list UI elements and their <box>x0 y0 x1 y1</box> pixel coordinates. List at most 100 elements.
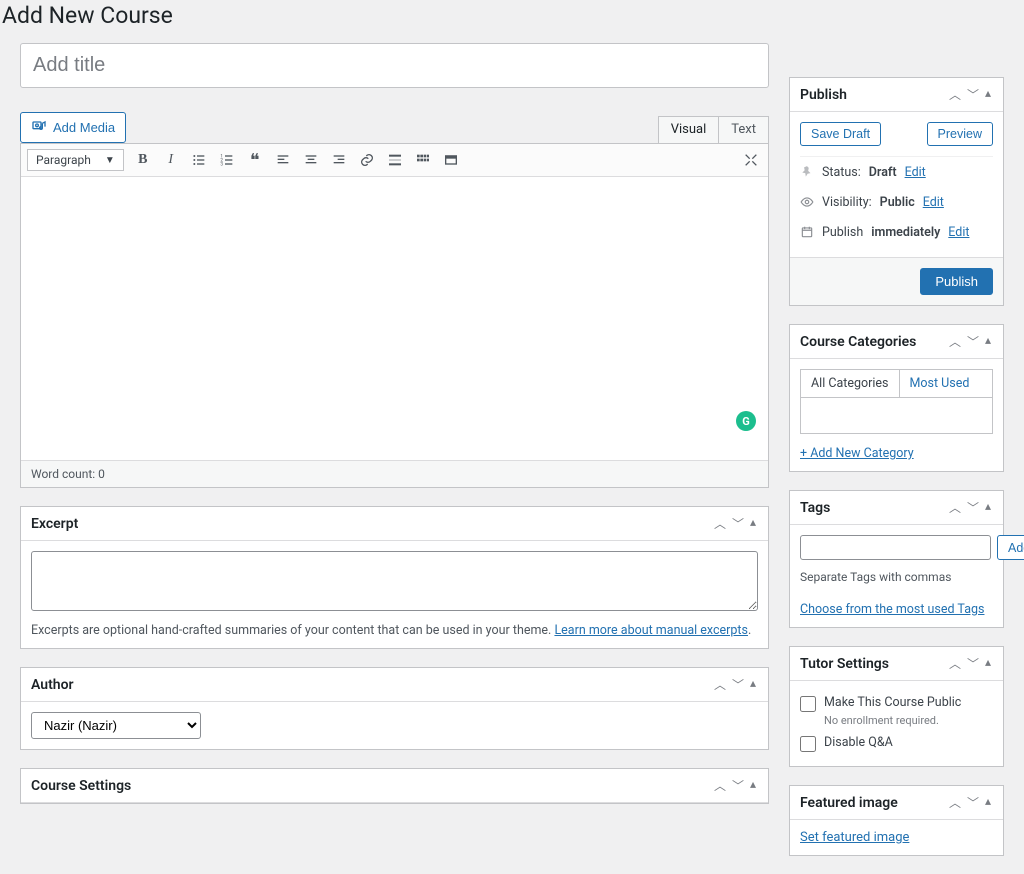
readmore-button[interactable] <box>384 149 406 171</box>
course-settings-box: Course Settings ︿ ﹀ ▴ <box>20 768 769 804</box>
move-up-icon[interactable]: ︿ <box>947 499 963 516</box>
bullet-list-button[interactable] <box>188 149 210 171</box>
chevron-down-icon: ▼ <box>105 155 115 166</box>
move-down-icon[interactable]: ﹀ <box>965 499 981 516</box>
link-button[interactable] <box>356 149 378 171</box>
add-new-category-link[interactable]: + Add New Category <box>800 446 914 461</box>
editor-textarea[interactable]: G <box>21 177 768 460</box>
move-down-icon[interactable]: ﹀ <box>965 333 981 350</box>
disable-qa-checkbox[interactable] <box>800 736 816 752</box>
move-down-icon[interactable]: ﹀ <box>730 676 746 693</box>
tab-most-used[interactable]: Most Used <box>900 370 980 397</box>
move-up-icon[interactable]: ︿ <box>947 86 963 103</box>
tab-visual[interactable]: Visual <box>658 116 720 143</box>
course-settings-heading: Course Settings <box>31 778 131 794</box>
schedule-label: Publish <box>822 225 863 240</box>
word-count: Word count: 0 <box>21 460 768 487</box>
author-box: Author ︿ ﹀ ▴ Nazir (Nazir) <box>20 667 769 750</box>
move-up-icon[interactable]: ︿ <box>712 676 728 693</box>
move-up-icon[interactable]: ︿ <box>947 794 963 811</box>
svg-text:3: 3 <box>220 161 223 167</box>
tags-box: Tags ︿ ﹀ ▴ Add Separate Tags with commas… <box>789 490 1004 628</box>
visibility-label: Visibility: <box>822 195 872 210</box>
visibility-edit-link[interactable]: Edit <box>923 195 944 210</box>
save-draft-button[interactable]: Save Draft <box>800 122 881 146</box>
move-up-icon[interactable]: ︿ <box>947 655 963 672</box>
add-media-button[interactable]: Add Media <box>20 112 126 143</box>
move-down-icon[interactable]: ﹀ <box>965 86 981 103</box>
toggle-panel-icon[interactable]: ▴ <box>983 333 993 350</box>
move-down-icon[interactable]: ﹀ <box>965 655 981 672</box>
excerpt-learn-more-link[interactable]: Learn more about manual excerpts <box>554 623 748 638</box>
make-public-sublabel: No enrollment required. <box>824 714 993 727</box>
format-select[interactable]: Paragraph ▼ <box>27 149 124 171</box>
align-right-button[interactable] <box>328 149 350 171</box>
blockquote-button[interactable]: ❝ <box>244 149 266 171</box>
featured-image-box: Featured image ︿ ﹀ ▴ Set featured image <box>789 785 1004 856</box>
status-edit-link[interactable]: Edit <box>905 165 926 180</box>
make-public-label: Make This Course Public <box>824 695 961 710</box>
excerpt-desc: Excerpts are optional hand-crafted summa… <box>31 623 554 638</box>
toggle-panel-icon[interactable]: ▴ <box>983 794 993 811</box>
fullscreen-button[interactable] <box>440 149 462 171</box>
category-list[interactable] <box>800 398 993 434</box>
tags-input[interactable] <box>800 535 991 560</box>
tab-text[interactable]: Text <box>719 116 769 143</box>
content-editor: Paragraph ▼ B I 123 ❝ <box>20 143 769 488</box>
excerpt-heading: Excerpt <box>31 516 78 532</box>
choose-most-used-tags-link[interactable]: Choose from the most used Tags <box>800 602 984 617</box>
calendar-icon <box>800 224 814 240</box>
categories-heading: Course Categories <box>800 334 916 350</box>
excerpt-box: Excerpt ︿ ﹀ ▴ Excerpts are optional hand… <box>20 506 769 649</box>
schedule-edit-link[interactable]: Edit <box>948 225 969 240</box>
tab-all-categories[interactable]: All Categories <box>801 370 900 397</box>
add-media-label: Add Media <box>53 120 115 135</box>
italic-button[interactable]: I <box>160 149 182 171</box>
toggle-panel-icon[interactable]: ▴ <box>748 777 758 794</box>
preview-button[interactable]: Preview <box>927 122 993 146</box>
numbered-list-button[interactable]: 123 <box>216 149 238 171</box>
add-tag-button[interactable]: Add <box>997 535 1024 560</box>
publish-heading: Publish <box>800 87 847 103</box>
move-down-icon[interactable]: ﹀ <box>730 515 746 532</box>
move-up-icon[interactable]: ︿ <box>712 777 728 794</box>
tags-hint: Separate Tags with commas <box>800 570 993 584</box>
featured-image-heading: Featured image <box>800 795 898 811</box>
publish-button[interactable]: Publish <box>920 268 993 295</box>
bold-button[interactable]: B <box>132 149 154 171</box>
eye-icon <box>800 194 814 210</box>
page-title: Add New Course <box>2 2 1024 29</box>
move-down-icon[interactable]: ﹀ <box>730 777 746 794</box>
camera-music-icon <box>31 118 47 137</box>
set-featured-image-link[interactable]: Set featured image <box>800 830 909 845</box>
move-up-icon[interactable]: ︿ <box>947 333 963 350</box>
title-input[interactable] <box>20 43 769 88</box>
toolbar-toggle-button[interactable] <box>412 149 434 171</box>
author-heading: Author <box>31 677 74 693</box>
tags-heading: Tags <box>800 500 830 516</box>
publish-box: Publish ︿ ﹀ ▴ Save Draft Preview Status: <box>789 77 1004 306</box>
move-up-icon[interactable]: ︿ <box>712 515 728 532</box>
make-public-checkbox[interactable] <box>800 696 816 712</box>
pin-icon <box>800 164 814 180</box>
disable-qa-label: Disable Q&A <box>824 735 893 750</box>
status-label: Status: <box>822 165 861 180</box>
grammarly-icon[interactable]: G <box>736 411 756 431</box>
tutor-settings-box: Tutor Settings ︿ ﹀ ▴ Make This Course Pu… <box>789 646 1004 767</box>
toggle-panel-icon[interactable]: ▴ <box>983 499 993 516</box>
move-down-icon[interactable]: ﹀ <box>965 794 981 811</box>
toggle-panel-icon[interactable]: ▴ <box>983 655 993 672</box>
toggle-panel-icon[interactable]: ▴ <box>983 86 993 103</box>
align-center-button[interactable] <box>300 149 322 171</box>
excerpt-textarea[interactable] <box>31 551 758 611</box>
tutor-settings-heading: Tutor Settings <box>800 656 889 672</box>
categories-box: Course Categories ︿ ﹀ ▴ All Categories M… <box>789 324 1004 472</box>
author-select[interactable]: Nazir (Nazir) <box>31 712 201 739</box>
visibility-value: Public <box>880 195 915 210</box>
status-value: Draft <box>869 165 897 180</box>
toggle-panel-icon[interactable]: ▴ <box>748 676 758 693</box>
schedule-value: immediately <box>871 225 940 240</box>
distraction-free-button[interactable] <box>740 149 762 171</box>
toggle-panel-icon[interactable]: ▴ <box>748 515 758 532</box>
align-left-button[interactable] <box>272 149 294 171</box>
